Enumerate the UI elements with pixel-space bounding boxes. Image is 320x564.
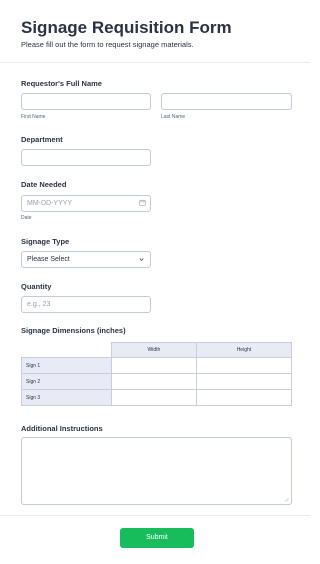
row-label-sign-1: Sign 1	[21, 357, 112, 374]
first-name-sublabel: First Name	[21, 114, 46, 120]
dimensions-table: Width Height Sign 1 Sign 2 Sign 3	[21, 342, 293, 406]
footer-divider	[0, 515, 310, 516]
signage-type-selected: Please Select	[27, 256, 70, 263]
row-label-sign-3: Sign 3	[21, 389, 112, 406]
form-header: Signage Requisition Form Please fill out…	[21, 18, 291, 50]
date-needed-label: Date Needed	[21, 180, 67, 189]
resize-handle-icon[interactable]	[284, 497, 289, 502]
last-name-input[interactable]	[161, 93, 292, 110]
submit-button[interactable]: Submit	[120, 528, 194, 548]
sign-2-height-cell[interactable]	[195, 373, 293, 390]
sign-2-width-cell[interactable]	[111, 373, 197, 390]
form-subtitle: Please fill out the form to request sign…	[21, 40, 194, 49]
date-field-wrapper	[21, 195, 151, 212]
date-sublabel: Date	[21, 215, 32, 221]
sign-1-height-cell[interactable]	[195, 357, 293, 374]
sign-3-height-cell[interactable]	[195, 389, 293, 406]
table-header-row: Width Height	[21, 342, 293, 358]
quantity-label: Quantity	[21, 282, 52, 291]
dimensions-label: Signage Dimensions (inches)	[21, 326, 126, 335]
department-label: Department	[21, 135, 63, 144]
instructions-label: Additional Instructions	[21, 424, 103, 433]
table-row: Sign 2	[21, 373, 293, 390]
signage-type-select[interactable]: Please Select	[21, 251, 151, 268]
first-name-input[interactable]	[21, 93, 151, 110]
table-corner	[21, 342, 112, 358]
table-row: Sign 1	[21, 357, 293, 374]
row-label-sign-2: Sign 2	[21, 373, 112, 390]
date-input[interactable]	[21, 195, 151, 212]
sign-1-width-cell[interactable]	[111, 357, 197, 374]
column-header-width: Width	[111, 342, 197, 358]
chevron-down-icon	[139, 258, 144, 262]
full-name-label: Requestor's Full Name	[21, 79, 102, 88]
header-divider	[0, 62, 310, 63]
instructions-textarea[interactable]	[21, 437, 292, 505]
quantity-input[interactable]	[21, 296, 151, 313]
department-input[interactable]	[21, 149, 151, 166]
column-header-height: Height	[195, 342, 293, 358]
form-title: Signage Requisition Form	[21, 18, 232, 37]
signage-type-label: Signage Type	[21, 237, 70, 246]
last-name-sublabel: Last Name	[161, 114, 186, 120]
table-row: Sign 3	[21, 389, 293, 406]
sign-3-width-cell[interactable]	[111, 389, 197, 406]
calendar-icon[interactable]	[139, 199, 146, 206]
